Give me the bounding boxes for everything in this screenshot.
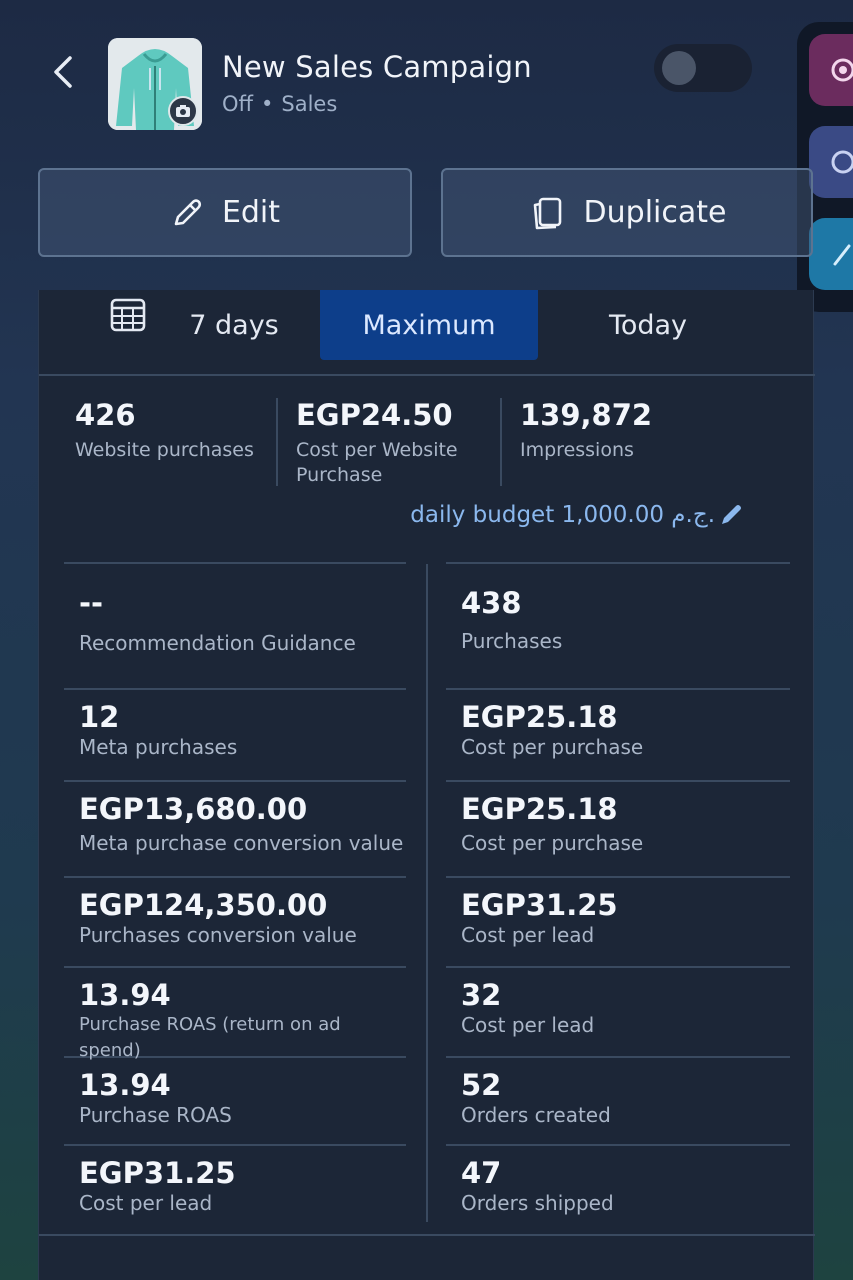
metric-label: Cost per lead	[461, 1013, 595, 1037]
metric-value: 13.94	[79, 978, 171, 1012]
rail-target-button[interactable]	[809, 34, 853, 106]
tab-maximum[interactable]: Maximum	[320, 290, 538, 360]
metric-cell: -- Recommendation Guidance	[64, 562, 406, 688]
metric-label: Orders created	[461, 1103, 611, 1127]
duplicate-button[interactable]: Duplicate	[441, 168, 813, 257]
campaign-thumbnail[interactable]	[108, 38, 202, 130]
separator-dot: •	[261, 92, 274, 116]
metrics-column-divider	[426, 564, 428, 1222]
metric-value: --	[79, 586, 104, 620]
metric-value: 12	[79, 700, 120, 734]
kpi-website-purchases: 426 Website purchases	[75, 398, 275, 463]
kpi-cost-per-website-purchase: EGP24.50 Cost per Website Purchase	[296, 398, 496, 488]
metric-label: Cost per purchase	[461, 735, 644, 759]
metric-value: EGP124,350.00	[79, 888, 328, 922]
metric-label: Purchases conversion value	[79, 923, 357, 947]
kpi-label: Impressions	[520, 439, 634, 461]
kpi-value: 139,872	[520, 398, 653, 432]
calendar-icon	[110, 298, 146, 332]
kpi-value: 426	[75, 398, 136, 432]
metric-label: Meta purchases	[79, 735, 238, 759]
metric-value: EGP25.18	[461, 792, 618, 826]
metric-label: Meta purchase conversion value	[79, 831, 404, 855]
kpi-label: Website purchases	[75, 439, 254, 461]
metric-value: 47	[461, 1156, 502, 1190]
rail-edit-button[interactable]	[809, 218, 853, 290]
kpi-impressions: 139,872 Impressions	[520, 398, 720, 463]
metric-value: 52	[461, 1068, 502, 1102]
metric-label: Recommendation Guidance	[79, 631, 356, 655]
metric-cell: 47 Orders shipped	[446, 1144, 790, 1224]
duplicate-button-label: Duplicate	[583, 195, 727, 230]
date-range-tabs: 7 days Maximum Today	[39, 290, 815, 376]
side-action-rail	[797, 22, 853, 312]
calendar-button[interactable]	[109, 296, 147, 334]
metric-cell: 13.94 Purchase ROAS	[64, 1056, 406, 1144]
metric-cell: EGP124,350.00 Purchases conversion value	[64, 876, 406, 966]
metric-cell: 52 Orders created	[446, 1056, 790, 1144]
tab-today[interactable]: Today	[569, 290, 727, 360]
metric-cell: EGP31.25 Cost per lead	[446, 876, 790, 966]
kpi-divider	[500, 398, 502, 486]
metric-value: EGP31.25	[461, 888, 618, 922]
objective-label: Sales	[281, 92, 338, 116]
daily-budget-text: daily budget 1,000.00 ج.م.	[410, 502, 715, 528]
metric-cell: EGP25.18 Cost per purchase	[446, 780, 790, 876]
page-title: New Sales Campaign	[222, 50, 532, 84]
toggle-knob	[662, 51, 696, 85]
panel-bottom-divider	[39, 1234, 815, 1236]
help-icon	[831, 150, 853, 174]
metric-cell: EGP25.18 Cost per purchase	[446, 688, 790, 780]
metric-cell: EGP13,680.00 Meta purchase conversion va…	[64, 780, 406, 876]
campaign-subtitle: Off • Sales	[222, 92, 337, 116]
edit-button[interactable]: Edit	[38, 168, 412, 257]
metric-label: Cost per purchase	[461, 831, 644, 855]
metrics-right-column: 438 Purchases EGP25.18 Cost per purchase…	[446, 562, 790, 1224]
status-label: Off	[222, 92, 253, 116]
back-button[interactable]	[46, 52, 80, 92]
metric-label: Purchases	[461, 629, 563, 653]
pencil-icon	[722, 505, 741, 524]
metric-label: Purchase ROAS	[79, 1103, 232, 1127]
metric-cell: 12 Meta purchases	[64, 688, 406, 780]
metric-cell: EGP31.25 Cost per lead	[64, 1144, 406, 1224]
insights-panel: 7 days Maximum Today 426 Website purchas…	[38, 290, 815, 1280]
metric-cell: 438 Purchases	[446, 562, 790, 688]
daily-budget-link[interactable]: daily budget 1,000.00 ج.م.	[410, 502, 743, 528]
metric-value: EGP13,680.00	[79, 792, 308, 826]
metric-value: 32	[461, 978, 502, 1012]
metrics-left-column: -- Recommendation Guidance 12 Meta purch…	[64, 562, 406, 1224]
chevron-left-icon	[54, 56, 72, 88]
kpi-divider	[276, 398, 278, 486]
metric-label: Cost per lead	[461, 923, 595, 947]
kpi-value: EGP24.50	[296, 398, 453, 432]
metric-value: 438	[461, 586, 522, 620]
metric-value: 13.94	[79, 1068, 171, 1102]
duplicate-icon	[533, 197, 561, 229]
metric-cell: 32 Cost per lead	[446, 966, 790, 1056]
kpi-label: Cost per Website Purchase	[296, 439, 458, 486]
tab-7-days[interactable]: 7 days	[179, 290, 289, 360]
metric-value: EGP25.18	[461, 700, 618, 734]
campaign-toggle[interactable]	[654, 44, 752, 92]
edit-button-label: Edit	[221, 195, 281, 230]
metric-label: Orders shipped	[461, 1191, 614, 1215]
rail-help-button[interactable]	[809, 126, 853, 198]
metric-value: EGP31.25	[79, 1156, 236, 1190]
pencil-icon	[174, 198, 202, 225]
pencil-icon	[833, 244, 851, 266]
target-icon	[831, 58, 853, 82]
campaign-header: New Sales Campaign Off • Sales	[0, 0, 853, 150]
camera-icon[interactable]	[168, 96, 198, 126]
metric-label: Cost per lead	[79, 1191, 213, 1215]
metric-cell: 13.94 Purchase ROAS (return on ad spend)	[64, 966, 406, 1061]
